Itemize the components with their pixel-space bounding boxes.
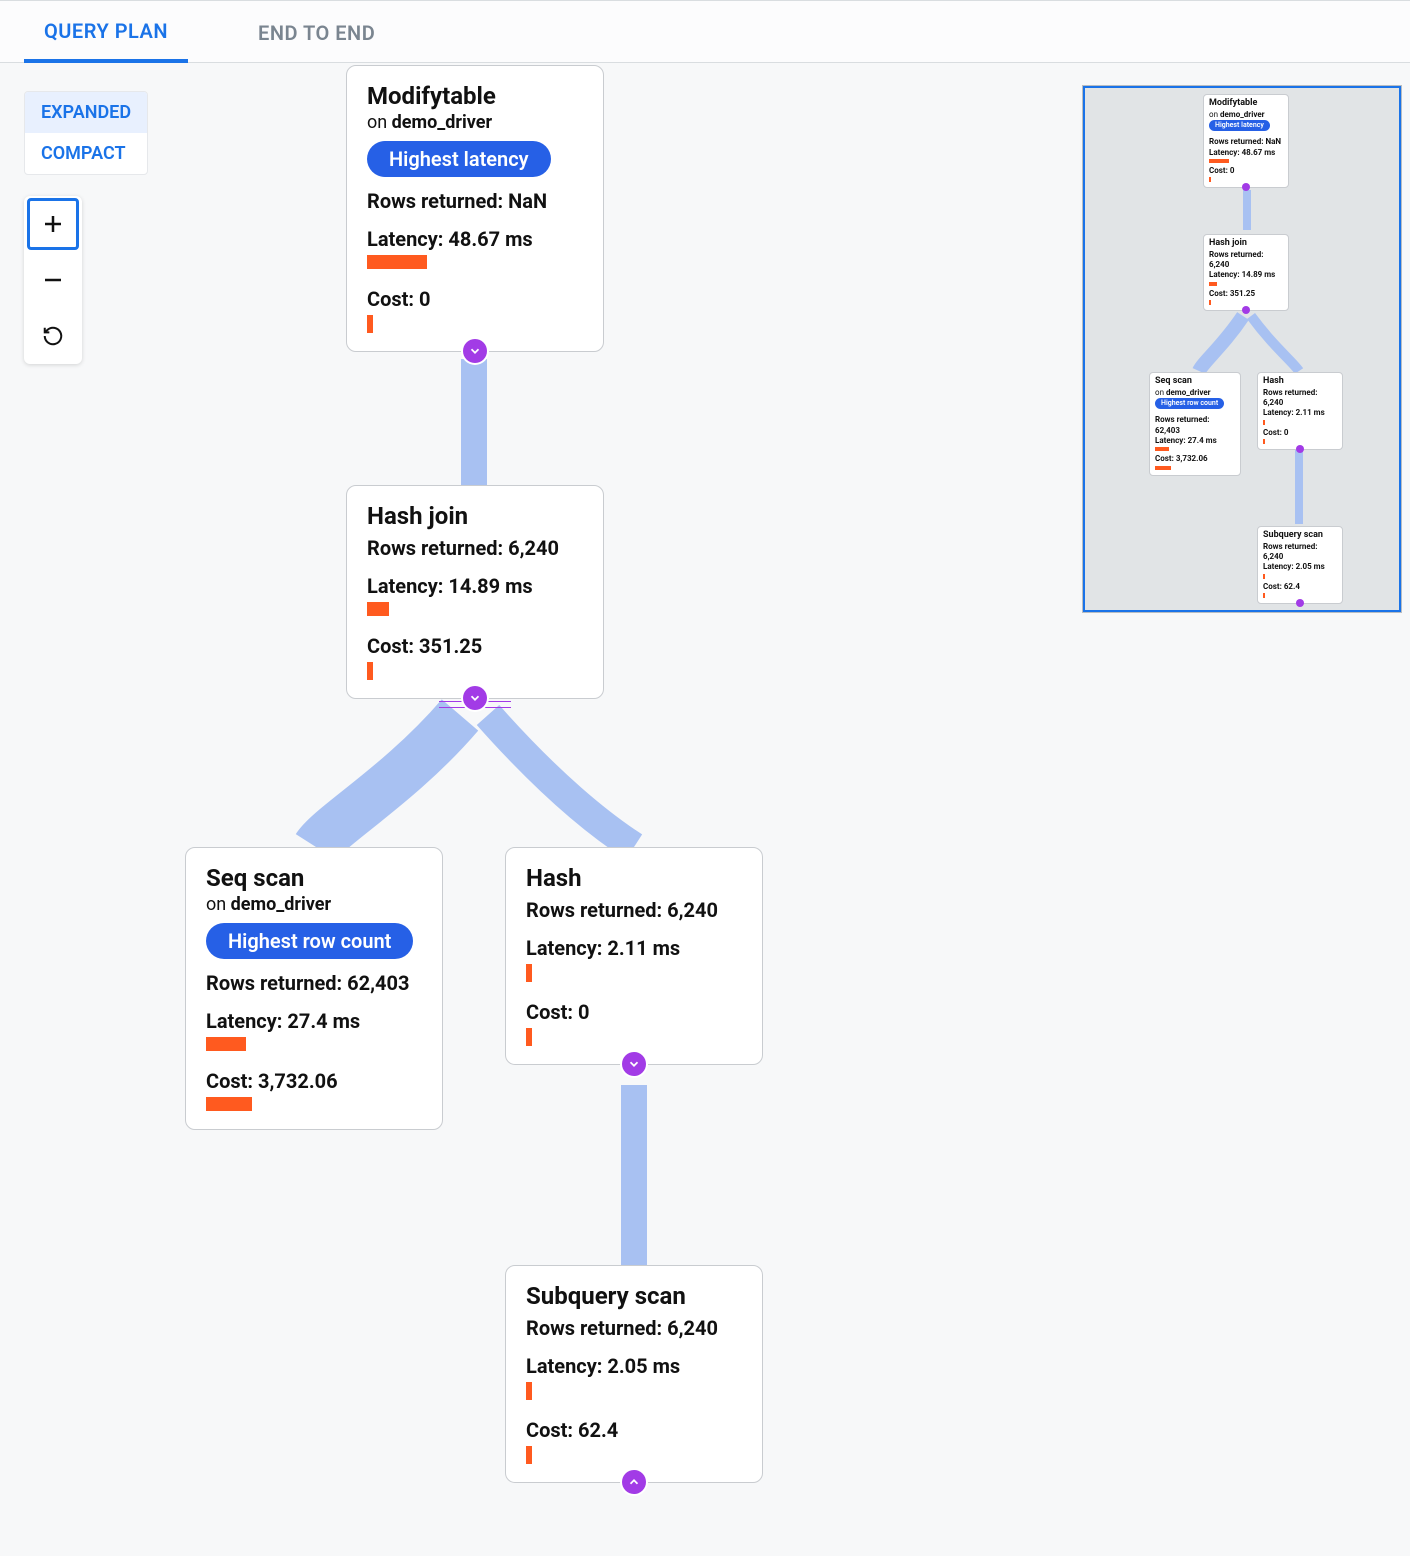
- tab-bar: QUERY PLAN END TO END: [0, 1, 1410, 63]
- mini-node-hash: Hash Rows returned: 6,240 Latency: 2.11 …: [1257, 372, 1343, 450]
- mini-node-hashjoin: Hash join Rows returned: 6,240 Latency: …: [1203, 234, 1289, 311]
- latency-value: Latency: 48.67 ms: [367, 227, 583, 251]
- cost-value: Cost: 0: [526, 1000, 742, 1024]
- latency-bar: [526, 964, 532, 982]
- node-title: Modifytable: [367, 82, 583, 110]
- latency-bar: [367, 255, 427, 269]
- node-seq-scan[interactable]: Seq scan on demo_driver Highest row coun…: [185, 847, 443, 1130]
- collapse-toggle[interactable]: [463, 686, 487, 710]
- rows-returned: Rows returned: 6,240: [367, 536, 583, 560]
- node-subtitle: on demo_driver: [367, 112, 583, 133]
- minimap[interactable]: Modifytable on demo_driver Highest laten…: [1082, 85, 1402, 613]
- chevron-down-icon: [468, 691, 482, 705]
- latency-value: Latency: 2.11 ms: [526, 936, 742, 960]
- node-title: Hash: [526, 864, 742, 892]
- cost-bar: [526, 1028, 532, 1046]
- expand-toggle[interactable]: [622, 1470, 646, 1494]
- collapse-toggle[interactable]: [622, 1052, 646, 1076]
- latency-bar: [367, 602, 389, 616]
- cost-bar: [526, 1446, 532, 1464]
- rows-returned: Rows returned: 6,240: [526, 898, 742, 922]
- latency-value: Latency: 27.4 ms: [206, 1009, 422, 1033]
- cost-value: Cost: 62.4: [526, 1418, 742, 1442]
- mini-node-subquery: Subquery scan Rows returned: 6,240 Laten…: [1257, 526, 1343, 604]
- latency-bar: [206, 1037, 246, 1051]
- rows-returned: Rows returned: 6,240: [526, 1316, 742, 1340]
- tab-end-to-end[interactable]: END TO END: [238, 3, 395, 61]
- cost-value: Cost: 3,732.06: [206, 1069, 422, 1093]
- node-title: Subquery scan: [526, 1282, 742, 1310]
- cost-value: Cost: 351.25: [367, 634, 583, 658]
- cost-value: Cost: 0: [367, 287, 583, 311]
- badge-highest-latency: Highest latency: [367, 141, 551, 177]
- chevron-down-icon: [468, 344, 482, 358]
- node-subquery-scan[interactable]: Subquery scan Rows returned: 6,240 Laten…: [505, 1265, 763, 1483]
- cost-bar: [367, 315, 373, 333]
- mini-node-seqscan: Seq scan on demo_driver Highest row coun…: [1149, 372, 1241, 476]
- node-title: Hash join: [367, 502, 583, 530]
- latency-value: Latency: 14.89 ms: [367, 574, 583, 598]
- latency-value: Latency: 2.05 ms: [526, 1354, 742, 1378]
- node-modifytable[interactable]: Modifytable on demo_driver Highest laten…: [346, 65, 604, 352]
- collapse-toggle[interactable]: [463, 339, 487, 363]
- latency-bar: [526, 1382, 532, 1400]
- mini-node-modifytable: Modifytable on demo_driver Highest laten…: [1203, 94, 1289, 188]
- chevron-down-icon: [627, 1057, 641, 1071]
- chevron-up-icon: [627, 1475, 641, 1489]
- node-subtitle: on demo_driver: [206, 894, 422, 915]
- rows-returned: Rows returned: 62,403: [206, 971, 422, 995]
- page: QUERY PLAN END TO END EXPANDED COMPACT: [0, 0, 1410, 1556]
- cost-bar: [206, 1097, 252, 1111]
- badge-highest-row-count: Highest row count: [206, 923, 413, 959]
- tab-query-plan[interactable]: QUERY PLAN: [24, 1, 188, 63]
- node-hash-join[interactable]: Hash join Rows returned: 6,240 Latency: …: [346, 485, 604, 699]
- node-title: Seq scan: [206, 864, 422, 892]
- cost-bar: [367, 662, 373, 680]
- node-hash[interactable]: Hash Rows returned: 6,240 Latency: 2.11 …: [505, 847, 763, 1065]
- rows-returned: Rows returned: NaN: [367, 189, 583, 213]
